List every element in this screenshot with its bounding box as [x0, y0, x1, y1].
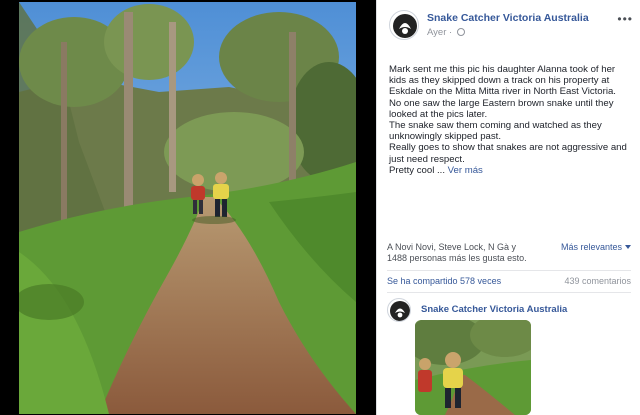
post-meta: Ayer · — [427, 27, 465, 38]
globe-icon — [456, 28, 465, 36]
post-paragraph: Really goes to show that snakes are not … — [389, 142, 627, 165]
reactions-summary[interactable]: A Novi Novi, Steve Lock, N Gà y 1488 per… — [387, 242, 537, 264]
post-text: Mark sent me this pic his daughter Alann… — [389, 64, 629, 176]
post-paragraph: The snake saw them coming and watched as… — [389, 120, 602, 143]
avatar-logo-icon — [393, 14, 417, 38]
stats-row: Se ha compartido 578 veces 439 comentari… — [387, 276, 631, 290]
post-paragraph: Mark sent me this pic his daughter Alann… — [389, 64, 616, 98]
post-paragraph-last: Pretty cool ... Ver más — [389, 165, 629, 176]
see-more-link[interactable]: Ver más — [448, 165, 483, 176]
shares-link[interactable]: Se ha compartido 578 veces — [387, 276, 501, 286]
divider — [387, 270, 631, 271]
post-panel: Snake Catcher Victoria Australia Ayer · … — [376, 0, 640, 415]
shared-photo-thumbnail[interactable] — [415, 320, 531, 415]
comment-sort-dropdown[interactable]: Más relevantes — [561, 242, 631, 253]
post-paragraph: No one saw the large Eastern brown snake… — [389, 97, 614, 120]
post-photo[interactable] — [19, 2, 356, 414]
photo-viewer — [0, 0, 376, 415]
post-paragraph: Pretty cool ... — [389, 164, 445, 176]
post-time[interactable]: Ayer — [427, 27, 446, 38]
comment-sort-label: Más relevantes — [560, 242, 622, 252]
divider — [387, 292, 631, 293]
page-name-link[interactable]: Snake Catcher Victoria Australia — [427, 12, 589, 24]
post-header: Snake Catcher Victoria Australia Ayer · … — [389, 10, 633, 42]
avatar-logo-icon — [390, 301, 410, 321]
page-avatar[interactable] — [389, 10, 419, 40]
shared-post: Snake Catcher Victoria Australia — [387, 298, 631, 415]
caret-down-icon — [625, 245, 631, 249]
more-options-icon[interactable]: ••• — [617, 12, 633, 26]
shared-page-name-link[interactable]: Snake Catcher Victoria Australia — [421, 304, 567, 315]
shared-page-avatar[interactable] — [387, 298, 411, 322]
comments-count[interactable]: 439 comentarios — [564, 276, 631, 286]
